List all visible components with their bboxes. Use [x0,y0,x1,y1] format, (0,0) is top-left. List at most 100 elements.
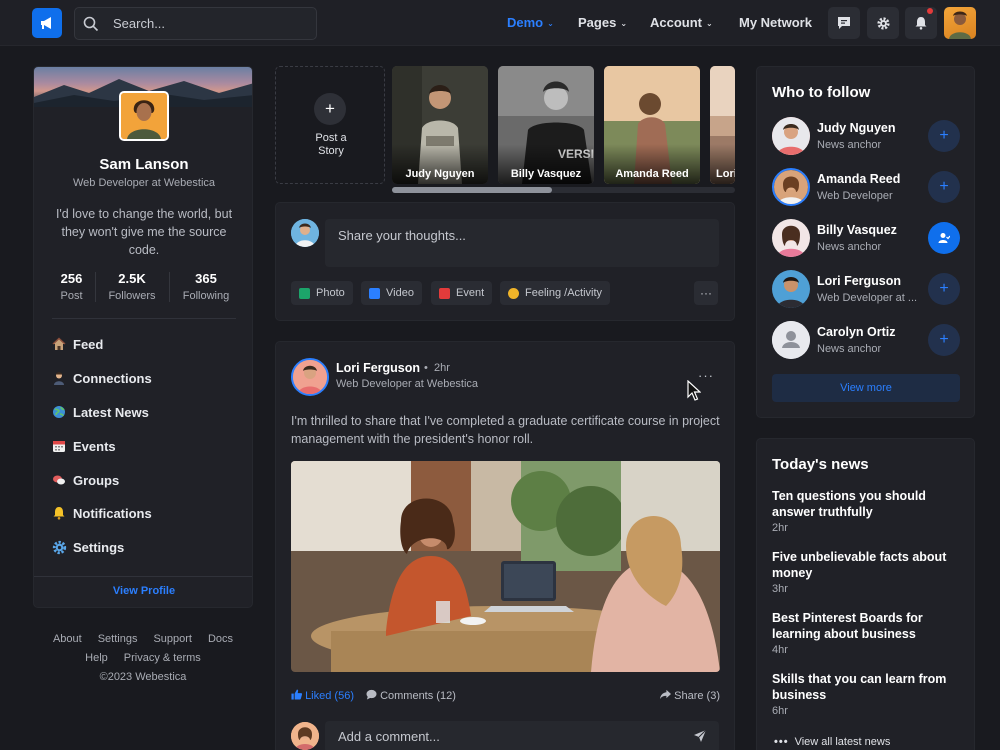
stat-value: 2.5K [118,271,146,286]
sidebar-item-notifications[interactable]: Notifications [51,504,152,522]
story-judy-nguyen[interactable]: Judy Nguyen [392,66,488,184]
footer-link-settings[interactable]: Settings [98,633,138,645]
chip-label: Feeling /Activity [525,287,603,299]
nav-pages[interactable]: Pages ⌄ [578,15,627,30]
footer-link-docs[interactable]: Docs [208,633,233,645]
like-button[interactable]: Liked (56) [291,689,354,702]
messages-button[interactable] [828,7,860,39]
view-more-button[interactable]: View more [772,374,960,402]
search-input[interactable] [113,8,308,39]
send-icon[interactable] [693,729,707,743]
plus-icon: + [314,93,346,125]
plus-icon: + [939,280,949,297]
follow-name[interactable]: Lori Ferguson [817,274,901,288]
divider [52,318,236,319]
video-button[interactable]: Video [361,281,422,305]
globe-icon [51,404,67,420]
footer-link-privacy[interactable]: Privacy & terms [124,652,201,664]
footer-links: About Settings Support Docs Help Privacy & t… [33,630,253,687]
sidebar-item-label: Events [73,438,116,454]
chevron-down-icon: ⌄ [620,19,628,28]
post-image[interactable] [291,461,720,672]
video-icon [369,287,380,299]
sidebar-item-latest-news[interactable]: Latest News [51,403,149,421]
following-button[interactable] [928,222,960,254]
share-button[interactable]: Share (3) [660,689,720,702]
more-options-button[interactable]: ··· [694,281,718,305]
story-lori[interactable]: Lori [710,66,735,184]
sidebar-item-connections[interactable]: Connections [51,369,152,387]
post-author-avatar[interactable] [291,358,329,396]
avatar-portrait [291,219,319,247]
search-box[interactable] [74,7,317,40]
follow-avatar[interactable] [772,168,810,206]
photo-button[interactable]: Photo [291,281,353,305]
follow-role: News anchor [817,139,882,151]
follow-button[interactable]: + [928,171,960,203]
follow-avatar[interactable] [772,321,810,359]
event-button[interactable]: Event [431,281,493,305]
app-logo[interactable] [32,8,62,38]
sidebar-item-events[interactable]: Events [51,437,116,455]
follow-name[interactable]: Judy Nguyen [817,121,896,135]
footer-link-about[interactable]: About [53,633,82,645]
calendar-icon [51,438,67,454]
news-item-title[interactable]: Ten questions you should answer truthful… [772,489,962,520]
follow-avatar[interactable] [772,219,810,257]
add-comment-input[interactable]: Add a comment... [325,721,719,750]
plus-icon: + [939,331,949,348]
share-thoughts-input[interactable]: Share your thoughts... [325,219,719,267]
follow-button[interactable]: + [928,324,960,356]
stat-following: 365 Following [177,271,235,302]
follow-button[interactable]: + [928,273,960,305]
story-billy-vasquez[interactable]: VERSI Billy Vasquez [498,66,594,184]
sidebar-item-feed[interactable]: Feed [51,335,103,353]
follow-avatar[interactable] [772,270,810,308]
comment-avatar [291,722,319,750]
notifications-button[interactable] [905,7,937,39]
top-navbar: Demo⌄ Pages⌄ Account⌄ My Network [0,0,1000,46]
post-actions: Liked (56) Comments (12) Share (3) [291,689,720,703]
who-to-follow-card: Who to follow Judy Nguyen News anchor + … [756,66,975,418]
footer-link-support[interactable]: Support [153,633,192,645]
smile-icon [508,287,519,299]
feeling-activity-button[interactable]: Feeling /Activity [500,281,611,305]
user-avatar[interactable] [944,7,976,39]
follow-role: Web Developer at ... [817,292,918,304]
post-text: I'm thrilled to share that I've complete… [291,414,720,446]
sidebar-item-settings[interactable]: Settings [51,538,124,556]
news-item-title[interactable]: Best Pinterest Boards for learning about… [772,611,962,642]
chat-icon [51,472,67,488]
post-author-name[interactable]: Lori Ferguson [336,361,420,375]
news-item-title[interactable]: Five unbelievable facts about money [772,550,962,581]
sidebar-item-label: Groups [73,472,120,488]
post-photo [291,461,720,672]
follow-role: Web Developer [817,190,893,202]
avatar-portrait [774,170,808,204]
stat-divider [95,272,96,302]
settings-button[interactable] [867,7,899,39]
follow-name[interactable]: Amanda Reed [817,172,900,186]
story-name: Judy Nguyen [405,168,475,180]
profile-avatar[interactable] [119,91,169,141]
follow-item: Carolyn Ortiz News anchor + [772,321,962,361]
profile-role: Web Developer at Webestica [72,177,216,189]
follow-role: News anchor [817,241,882,253]
story-amanda-reed[interactable]: Amanda Reed [604,66,700,184]
follow-item: Billy Vasquez News anchor [772,219,962,259]
sidebar-item-groups[interactable]: Groups [51,471,119,489]
post-story-button[interactable]: + Post a Story [275,66,385,184]
follow-avatar[interactable] [772,117,810,155]
view-profile-link[interactable]: View Profile [34,585,252,597]
follow-name[interactable]: Billy Vasquez [817,223,897,237]
nav-account[interactable]: Account ⌄ [650,15,713,30]
comments-button[interactable]: Comments (12) [366,689,456,702]
follow-button[interactable]: + [928,120,960,152]
stories-scrollbar-thumb[interactable] [392,187,552,193]
footer-link-help[interactable]: Help [85,652,108,664]
nav-my-network[interactable]: My Network [739,15,812,30]
view-all-news-link[interactable]: ••• View all latest news [774,736,890,748]
nav-demo[interactable]: Demo ⌄ [507,15,554,30]
follow-name[interactable]: Carolyn Ortiz [817,325,896,339]
news-item-title[interactable]: Skills that you can learn from business [772,672,962,703]
